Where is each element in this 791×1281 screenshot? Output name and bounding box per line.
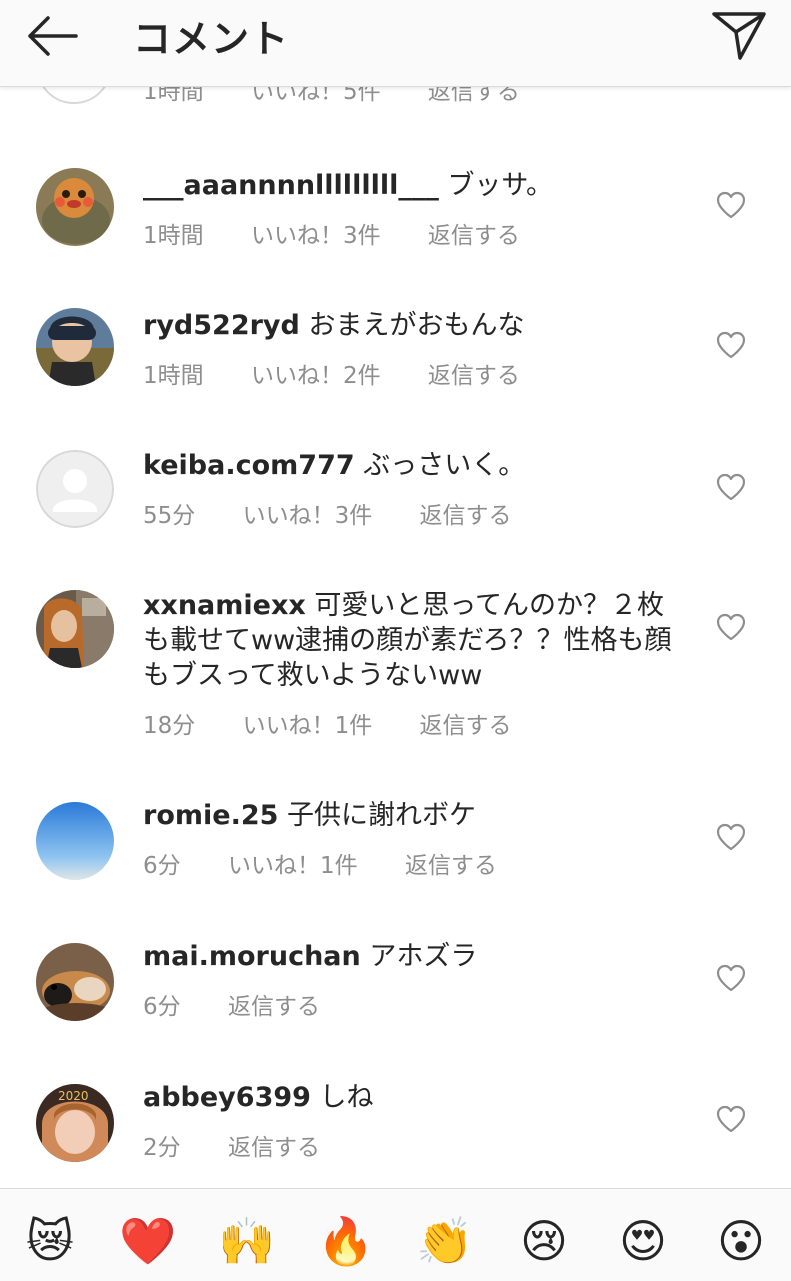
comment-body: 子供に謝れボケ — [287, 800, 476, 831]
comment-time: 55分 — [143, 503, 196, 529]
heart-icon — [716, 964, 746, 992]
username[interactable]: romie.25 — [143, 800, 278, 831]
comment-time: 6分 — [143, 994, 181, 1020]
heart-icon — [716, 191, 746, 219]
crying-cat-emoji[interactable]: 😿 — [20, 1211, 80, 1271]
avatar[interactable]: 2020 — [36, 1084, 114, 1162]
comment-body: ブッサ。 — [447, 170, 554, 201]
avatar[interactable] — [36, 450, 114, 528]
comment-meta: 1時間 いいね！2件 返信する — [143, 356, 560, 390]
svg-text:2020: 2020 — [58, 1089, 89, 1103]
heart-icon — [716, 1105, 746, 1133]
crying-face-emoji[interactable]: 😢 — [514, 1211, 574, 1271]
avatar[interactable] — [36, 168, 114, 246]
heart-icon — [716, 823, 746, 851]
reply-button[interactable]: 返信する — [228, 987, 320, 1021]
comment-text: mai.moruchan アホズラ — [143, 939, 688, 974]
heart-eyes-emoji[interactable]: 😍 — [613, 1211, 673, 1271]
heart-icon — [716, 473, 746, 501]
arrow-left-icon — [28, 16, 78, 56]
comment-meta: 6分 返信する — [143, 987, 360, 1021]
comment-meta: 6分 いいね！1件 返信する — [143, 846, 537, 880]
comment-text: ryd522ryd おまえがおもんな — [143, 308, 688, 343]
comment-meta: 55分 いいね！3件 返信する — [143, 496, 552, 530]
reply-button[interactable]: 返信する — [420, 496, 512, 530]
like-button[interactable] — [716, 1105, 746, 1133]
comment-time: 2分 — [143, 1135, 181, 1161]
likes-count[interactable]: いいね！1件 — [228, 846, 358, 880]
comment-meta: 1時間 いいね！3件 返信する — [143, 216, 560, 250]
comment-meta: 2分 返信する — [143, 1128, 360, 1162]
clapping-hands-emoji[interactable]: 👏 — [415, 1211, 475, 1271]
paper-plane-icon — [712, 12, 766, 60]
comment-time: 18分 — [143, 713, 196, 739]
reply-button[interactable]: 返信する — [228, 1128, 320, 1162]
comment-body: しね — [319, 1082, 374, 1113]
comment-meta: 18分 いいね！1件 返信する — [143, 706, 552, 740]
username[interactable]: xxnamiexx — [143, 590, 306, 621]
comment-body: ぶっさいく。 — [363, 450, 526, 481]
comment-body: アホズラ — [369, 941, 478, 972]
red-heart-emoji[interactable]: ❤️ — [118, 1211, 178, 1271]
like-button[interactable] — [716, 964, 746, 992]
like-button[interactable] — [716, 191, 746, 219]
comment-body: おまえがおもんな — [308, 310, 525, 341]
username[interactable]: ___aaannnnlllllllll___ — [143, 170, 439, 201]
reply-button[interactable]: 返信する — [405, 846, 497, 880]
likes-count[interactable]: いいね！1件 — [243, 706, 373, 740]
like-button[interactable] — [716, 473, 746, 501]
like-button[interactable] — [716, 613, 746, 641]
comment-time: 6分 — [143, 853, 181, 879]
comment-text: abbey6399 しね — [143, 1080, 688, 1115]
username[interactable]: abbey6399 — [143, 1082, 311, 1113]
avatar[interactable] — [36, 802, 114, 880]
page-title: コメント — [133, 17, 290, 61]
reply-button[interactable]: 返信する — [428, 216, 520, 250]
likes-count[interactable]: いいね！2件 — [251, 356, 381, 390]
raising-hands-emoji[interactable]: 🙌 — [217, 1211, 277, 1271]
likes-count[interactable]: いいね！3件 — [243, 496, 373, 530]
emoji-quick-bar: 😿 ❤️ 🙌 🔥 👏 😢 😍 😮 — [0, 1188, 791, 1281]
username[interactable]: ryd522ryd — [143, 310, 300, 341]
reply-button[interactable]: 返信する — [428, 356, 520, 390]
top-header: コメント — [0, 0, 791, 87]
username[interactable]: mai.moruchan — [143, 941, 361, 972]
avatar[interactable] — [36, 590, 114, 668]
astonished-face-emoji[interactable]: 😮 — [711, 1211, 771, 1271]
comment-time: 1時間 — [143, 223, 204, 249]
avatar[interactable] — [36, 308, 114, 386]
like-button[interactable] — [716, 823, 746, 851]
like-button[interactable] — [716, 331, 746, 359]
back-button[interactable] — [22, 12, 82, 60]
likes-count[interactable]: いいね！3件 — [251, 216, 381, 250]
comment-text: ___aaannnnlllllllll___ ブッサ。 — [143, 168, 688, 203]
comment-text: romie.25 子供に謝れボケ — [143, 798, 688, 833]
username[interactable]: keiba.com777 — [143, 450, 355, 481]
share-button[interactable] — [706, 8, 770, 62]
heart-icon — [716, 331, 746, 359]
comment-text: keiba.com777 ぶっさいく。 — [143, 448, 688, 483]
reply-button[interactable]: 返信する — [420, 706, 512, 740]
comment-time: 1時間 — [143, 363, 204, 389]
heart-icon — [716, 613, 746, 641]
avatar[interactable] — [36, 943, 114, 1021]
comment-text: xxnamiexx 可愛いと思ってんのか？２枚も載せてww逮捕の顔が素だろ？？性… — [143, 588, 688, 693]
fire-emoji[interactable]: 🔥 — [316, 1211, 376, 1271]
